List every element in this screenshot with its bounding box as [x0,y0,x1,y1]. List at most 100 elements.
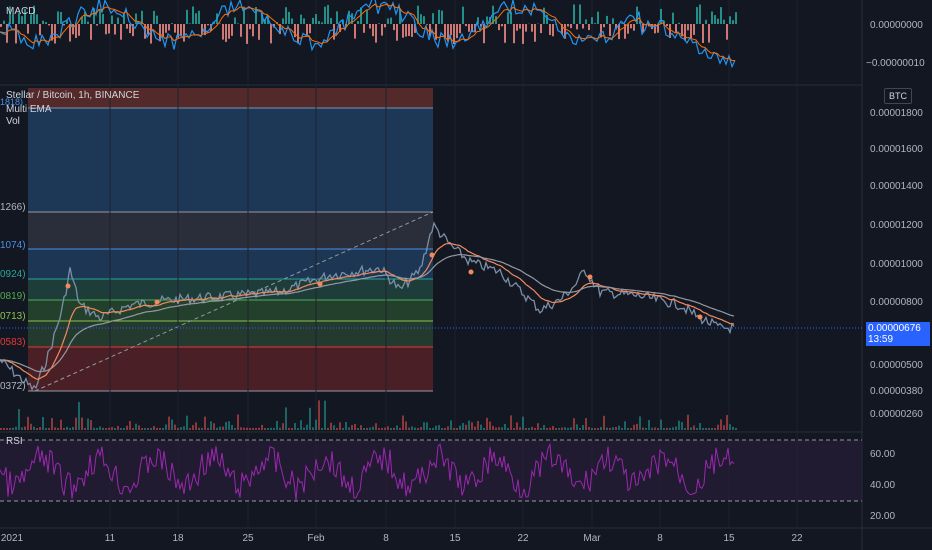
volume-bar [624,421,626,430]
macd-hist-bar [459,24,461,34]
macd-hist-bar [534,24,536,42]
macd-hist-bar [231,24,233,36]
macd-hist-bar [303,18,305,24]
volume-bar [6,428,8,430]
volume-bar [51,418,53,430]
rsi-tick-40: 40.00 [870,480,896,491]
volume-bar [72,427,74,430]
volume-bar [684,428,686,430]
volume-bar [669,427,671,430]
indicator-vol[interactable]: Vol [6,116,20,127]
macd-hist-bar [114,24,116,35]
macd-hist-bar [405,24,407,37]
currency-button[interactable]: BTC [884,88,912,104]
fib-retracement[interactable] [28,88,434,392]
volume-bar [270,427,272,430]
volume-bar [273,428,275,430]
macd-hist-bar [585,19,587,24]
volume-bar [639,416,641,430]
volume-bar [732,426,734,430]
macd-hist-bar [306,24,308,36]
volume-bar [183,426,185,430]
volume-bar [57,428,59,430]
macd-hist-bar [696,7,698,24]
macd-hist-bar [594,23,596,24]
macd-hist-bar [153,10,155,24]
volume-bar [105,428,107,430]
volume-bar [171,419,173,430]
volume-bar [300,420,302,430]
macd-hist-bar [363,24,365,33]
price-tick: 0.00001000 [870,259,923,270]
macd-hist-bar [372,24,374,37]
volume-bar [621,428,623,430]
volume-bar [591,428,593,430]
volume-bar [45,428,47,430]
volume-bar [153,426,155,430]
volume-bar [567,427,569,430]
volume-bar [552,425,554,430]
volume-bar [276,421,278,430]
volume-bar [81,417,83,430]
macd-hist-bar [96,24,98,26]
volume-bar [33,426,35,430]
macd-hist-bar [120,24,122,40]
rsi-label[interactable]: RSI [6,436,23,447]
symbol-title[interactable]: Stellar / Bitcoin, 1h, BINANCE [6,90,139,101]
macd-hist-bar [579,4,581,24]
bar-countdown: 13:59 [868,334,894,345]
macd-hist-bar [237,23,239,24]
volume-bar [87,418,89,430]
time-tick: 2021 [0,533,24,544]
volume-bar [330,422,332,430]
macd-hist-bar [441,10,443,24]
macd-hist-bar [732,20,734,24]
macd-hist-bar [57,11,59,24]
macd-hist-bar [63,24,65,26]
macd-hist-bar [129,24,131,34]
volume-bar [561,427,563,430]
volume-bar [717,424,719,430]
volume-bar [477,421,479,430]
volume-bar [240,427,242,430]
volume-bar [486,417,488,430]
macd-hist-bar [438,9,440,24]
volume-bar [663,428,665,430]
macd-hist-bar [666,24,668,26]
macd-hist-bar [135,13,137,24]
volume-bar [642,427,644,430]
macd-hist-bar [375,24,377,43]
volume-bar [339,422,341,430]
volume-bar [48,428,50,430]
price-tick: 0.00000800 [870,297,923,308]
macd-hist-bar [0,24,2,27]
volume-bar [603,415,605,430]
macd-hist-bar [51,24,53,41]
macd-hist-bar [309,24,311,34]
macd-hist-bar [165,24,167,33]
volume-bar [291,428,293,430]
macd-hist-bar [519,24,521,29]
volume-bar [504,423,506,430]
volume-bar [99,426,101,430]
macd-hist-bar [498,24,500,31]
volume-bar [369,427,371,430]
macd-hist-bar [684,24,686,41]
chart-canvas[interactable] [0,0,932,550]
macd-hist-bar [531,24,533,32]
volume-bar [306,424,308,430]
macd-hist-bar [627,24,629,34]
volume-bar [396,425,398,430]
volume-bar [384,427,386,430]
volume-bar [585,418,587,430]
macd-label: MACD [6,6,36,17]
macd-hist-bar [723,19,725,24]
volume-bar [189,428,191,430]
volume-bar [351,425,353,430]
macd-hist-bar [99,9,101,24]
macd-hist-bar [525,24,527,32]
volume-bar [357,428,359,430]
fib-label-top: 1818) [0,97,24,107]
volume-bar [237,414,239,430]
volume-bar [141,428,143,430]
